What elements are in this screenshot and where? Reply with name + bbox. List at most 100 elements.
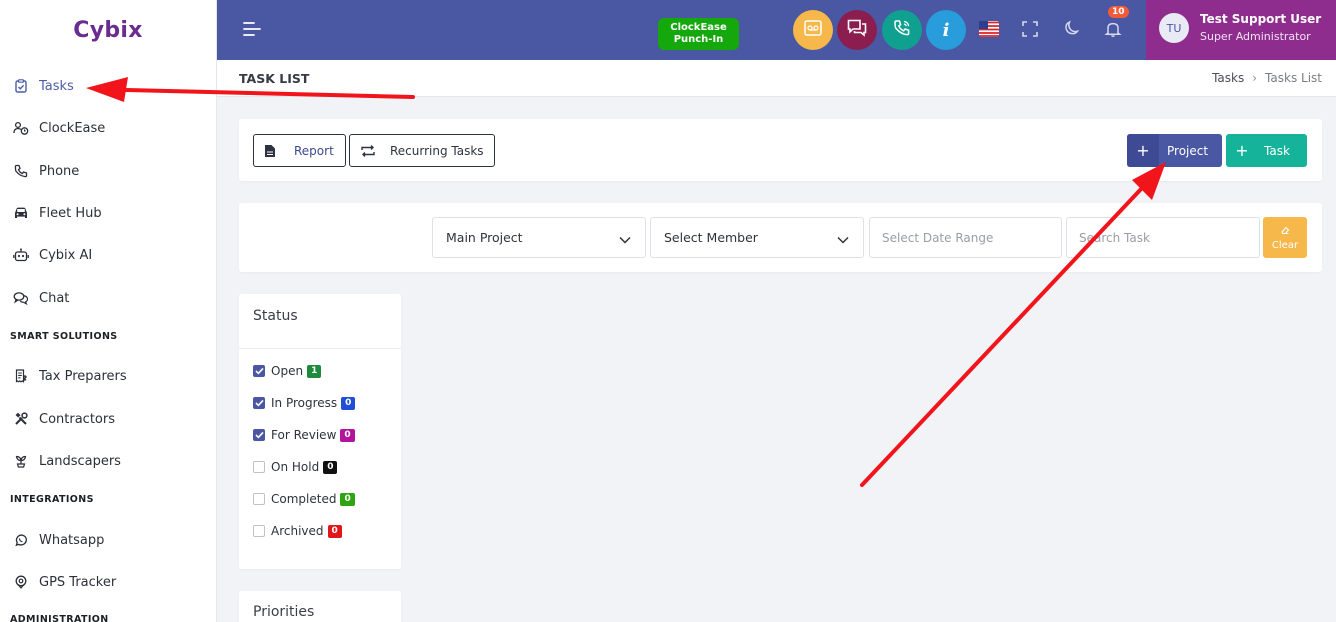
- sidebar-item-cybix-ai[interactable]: Cybix AI: [0, 237, 216, 273]
- status-checkbox[interactable]: [253, 429, 265, 441]
- sidebar-item-label: ClockEase: [39, 120, 106, 136]
- status-filter-row[interactable]: For Review 0: [253, 426, 355, 444]
- status-count-badge: 0: [340, 428, 355, 442]
- add-project-button-label: Project: [1167, 143, 1209, 158]
- sidebar-item-label: Chat: [39, 290, 70, 306]
- sidebar-item-label: Landscapers: [39, 453, 121, 469]
- sidebar-item-label: Whatsapp: [39, 532, 105, 548]
- status-filter-row[interactable]: Archived 0: [253, 522, 342, 540]
- sidebar-item-landscapers[interactable]: Landscapers: [0, 443, 216, 479]
- info-icon: i: [942, 19, 950, 41]
- sidebar-item-phone[interactable]: Phone: [0, 153, 216, 189]
- repeat-icon: [360, 144, 376, 158]
- menu-toggle-icon[interactable]: [241, 19, 263, 39]
- clear-filters-button[interactable]: Clear: [1263, 217, 1307, 258]
- sidebar-item-label: Contractors: [39, 411, 115, 427]
- sidebar-item-label: GPS Tracker: [39, 574, 117, 590]
- receipt-icon: [13, 368, 29, 384]
- punch-line-1: ClockEase: [670, 22, 727, 33]
- sidebar-item-tasks[interactable]: Tasks: [0, 68, 216, 104]
- sidebar-item-chat[interactable]: Chat: [0, 280, 216, 316]
- status-count-badge: 0: [327, 524, 342, 538]
- status-filter-row[interactable]: Completed 0: [253, 490, 355, 508]
- page-header: TASK LIST Tasks › Tasks List: [217, 60, 1336, 97]
- sidebar-item-gps-tracker[interactable]: GPS Tracker: [0, 564, 216, 600]
- recurring-tasks-button[interactable]: Recurring Tasks: [349, 134, 495, 167]
- clockease-punch-in-button[interactable]: ClockEase Punch-In: [658, 18, 739, 50]
- page-title: TASK LIST: [239, 71, 310, 86]
- filter-card: Main Project Select Member Clear: [239, 203, 1322, 272]
- clear-filters-label: Clear: [1271, 239, 1299, 251]
- status-filter-row[interactable]: On Hold 0: [253, 458, 338, 476]
- plant-icon: [13, 453, 29, 469]
- date-range-input[interactable]: [869, 217, 1062, 258]
- sidebar-item-fleet-hub[interactable]: Fleet Hub: [0, 195, 216, 231]
- chat-icon: [13, 290, 29, 306]
- breadcrumb-chevron-icon: ›: [1252, 71, 1258, 85]
- info-button[interactable]: i: [926, 10, 966, 50]
- report-file-icon: [264, 144, 276, 158]
- section-smart-solutions: SMART SOLUTIONS: [10, 331, 118, 342]
- notification-bell-icon[interactable]: [1102, 18, 1124, 40]
- app-logo[interactable]: Cybix: [0, 0, 216, 60]
- status-checkbox[interactable]: [253, 525, 265, 537]
- status-panel-title: Status: [253, 308, 298, 324]
- checkmark-icon: [254, 431, 264, 439]
- sidebar-item-label: Cybix AI: [39, 247, 93, 263]
- eraser-icon: [1280, 225, 1290, 238]
- status-label: On Hold: [271, 460, 320, 474]
- notification-count-badge: 10: [1108, 6, 1129, 18]
- status-filter-row[interactable]: Open 1: [253, 362, 322, 380]
- user-name: Test Support User: [1200, 12, 1322, 26]
- sidebar-item-whatsapp[interactable]: Whatsapp: [0, 522, 216, 558]
- voicemail-button[interactable]: [793, 10, 833, 50]
- member-select[interactable]: Select Member: [650, 217, 864, 258]
- report-button[interactable]: Report: [253, 134, 346, 167]
- plus-icon: +: [1235, 141, 1249, 160]
- checkmark-icon: [254, 367, 264, 375]
- recurring-tasks-button-label: Recurring Tasks: [390, 143, 484, 158]
- status-checkbox[interactable]: [253, 461, 265, 473]
- status-label: In Progress: [271, 396, 338, 410]
- search-task-input[interactable]: [1066, 217, 1260, 258]
- add-task-button[interactable]: + Task: [1226, 134, 1307, 167]
- call-button[interactable]: [882, 10, 922, 50]
- plus-icon: +: [1127, 134, 1159, 167]
- sidebar: Cybix Tasks ClockEase Phone Fleet Hub Cy…: [0, 0, 217, 622]
- clock-users-icon: [13, 120, 29, 136]
- voicemail-icon: [804, 20, 822, 40]
- chat-button[interactable]: [837, 10, 877, 50]
- status-count-badge: 0: [341, 396, 356, 410]
- checkmark-icon: [254, 399, 264, 407]
- sidebar-item-label: Tasks: [39, 78, 74, 94]
- user-menu[interactable]: TU Test Support User Super Administrator: [1146, 0, 1336, 60]
- breadcrumb-current: Tasks List: [1265, 71, 1322, 85]
- chevron-down-icon: [619, 232, 631, 247]
- breadcrumb-tasks-link[interactable]: Tasks: [1212, 71, 1244, 85]
- dark-mode-icon[interactable]: [1060, 18, 1082, 40]
- status-panel: Status Open 1 In Progress 0 For Review 0 On Ho…: [239, 294, 401, 569]
- add-project-button[interactable]: + Project: [1127, 134, 1222, 167]
- fullscreen-icon[interactable]: [1019, 18, 1041, 40]
- status-checkbox[interactable]: [253, 365, 265, 377]
- sidebar-item-contractors[interactable]: Contractors: [0, 401, 216, 437]
- status-label: Completed: [271, 492, 337, 506]
- section-administration: ADMINISTRATION: [10, 614, 109, 622]
- breadcrumb: Tasks › Tasks List: [1212, 71, 1322, 85]
- car-icon: [13, 205, 29, 221]
- sidebar-item-tax-preparers[interactable]: Tax Preparers: [0, 358, 216, 394]
- top-bar: ClockEase Punch-In i 10 TU Test Support …: [217, 0, 1336, 60]
- main-project-select-value: Main Project: [446, 230, 523, 245]
- status-checkbox[interactable]: [253, 397, 265, 409]
- status-label: Archived: [271, 524, 324, 538]
- priorities-panel-title: Priorities: [253, 604, 315, 620]
- status-checkbox[interactable]: [253, 493, 265, 505]
- main-project-select[interactable]: Main Project: [432, 217, 646, 258]
- chevron-down-icon: [837, 232, 849, 247]
- chat-bubbles-icon: [847, 19, 867, 41]
- sidebar-item-clockease[interactable]: ClockEase: [0, 110, 216, 146]
- tools-icon: [13, 411, 29, 427]
- status-filter-row[interactable]: In Progress 0: [253, 394, 356, 412]
- us-flag-icon[interactable]: [978, 18, 1000, 40]
- sidebar-item-label: Phone: [39, 163, 80, 179]
